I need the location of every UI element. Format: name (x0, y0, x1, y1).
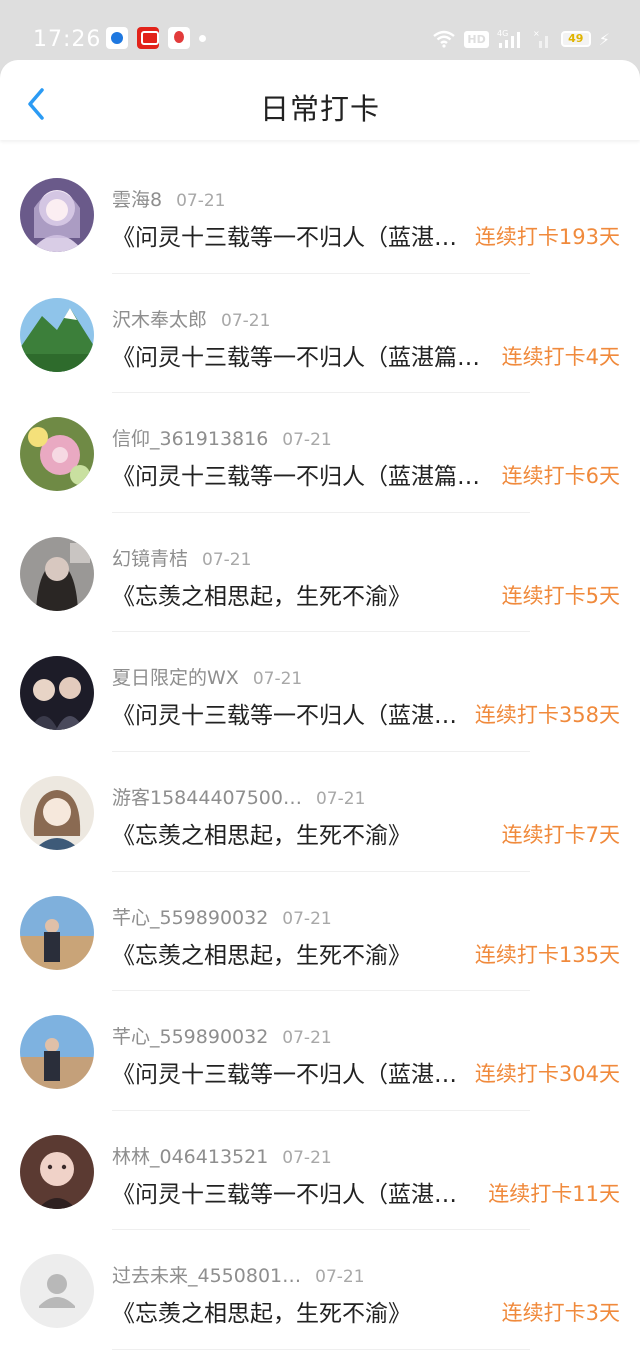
list-item[interactable]: 幻镜青桔 07-21 《忘羡之相思起，生死不渝》 连续打卡5天 (0, 513, 640, 633)
entry-title: 《问灵十三载等一不归人（蓝湛… (112, 225, 457, 251)
user-name-line: 林林_046413521 07-21 (112, 1142, 332, 1169)
entry-date: 07-21 (252, 669, 303, 690)
avatar[interactable] (20, 297, 94, 372)
avatar[interactable] (20, 656, 94, 731)
avatar[interactable] (20, 1134, 94, 1209)
streak-badge: 连续打卡6天 (501, 464, 620, 489)
browser-app-icon (106, 27, 128, 49)
avatar[interactable] (20, 1254, 94, 1329)
avatar[interactable] (20, 895, 94, 970)
user-name-line: 幻镜青桔 07-21 (112, 544, 251, 571)
user-name-line: 夏日限定的WX 07-21 (112, 663, 302, 690)
list-item[interactable]: 夏日限定的WX 07-21 《问灵十三载等一不归人（蓝湛… 连续打卡358天 (0, 632, 640, 752)
streak-badge: 连续打卡304天 (474, 1062, 620, 1087)
battery-icon: 49 (560, 31, 591, 47)
entry-title: 《忘羡之相思起，生死不渝》 (112, 942, 411, 969)
streak-badge: 连续打卡193天 (474, 225, 620, 249)
user-name: 雲海8 (112, 189, 163, 211)
entry-date: 07-21 (282, 908, 332, 929)
svg-text:×: × (533, 29, 540, 38)
nav-header: 日常打卡 (0, 60, 640, 140)
user-name-line: 过去未来_4550801… 07-21 (112, 1261, 365, 1288)
user-name: 夏日限定的WX (112, 667, 239, 690)
user-name: 信仰_361913816 (112, 428, 269, 451)
list-item[interactable]: 沢木奉太郎 07-21 《问灵十三载等一不归人（蓝湛篇… 连续打卡4天 (0, 274, 640, 394)
status-time: 17:26 (33, 27, 102, 52)
user-name-line: 游客15844407500… 07-21 (112, 783, 365, 810)
list-item[interactable]: 信仰_361913816 07-21 《问灵十三载等一不归人（蓝湛篇… 连续打卡6… (0, 393, 640, 513)
entry-date: 07-21 (202, 549, 252, 570)
entry-title: 《忘羡之相思起，生死不渝》 (112, 1301, 411, 1328)
entry-title: 《问灵十三载等一不归人（蓝湛… (112, 1062, 457, 1089)
default-avatar-icon (20, 1254, 94, 1329)
list-item[interactable]: 游客15844407500… 07-21 《忘羡之相思起，生死不渝》 连续打卡7天 (0, 752, 640, 872)
list-item[interactable]: 过去未来_4550801… 07-21 《忘羡之相思起，生死不渝》 连续打卡3天 (0, 1230, 640, 1350)
streak-badge: 连续打卡4天 (501, 344, 620, 369)
user-name: 游客15844407500… (112, 786, 302, 809)
entry-title: 《问灵十三载等一不归人（蓝湛篇… (112, 344, 480, 371)
user-name: 芊心_559890032 (112, 906, 269, 929)
streak-badge: 连续打卡5天 (501, 583, 620, 608)
avatar[interactable] (20, 1015, 94, 1090)
user-name-line: 芊心_559890032 07-21 (112, 1022, 332, 1049)
svg-text:4G: 4G (497, 29, 508, 38)
list-item[interactable]: 芊心_559890032 07-21 《忘羡之相思起，生死不渝》 连续打卡135天 (0, 872, 640, 992)
charging-bolt-icon: ⚡ (598, 29, 610, 49)
user-name-line: 沢木奉太郎 07-21 (112, 305, 270, 332)
entry-title: 《问灵十三载等一不归人（蓝湛篇… (112, 464, 480, 491)
entry-date: 07-21 (282, 1147, 332, 1168)
entry-title: 《问灵十三载等一不归人（蓝湛… (112, 1181, 457, 1208)
user-name: 沢木奉太郎 (112, 308, 208, 331)
avatar[interactable] (20, 178, 94, 252)
entry-date: 07-21 (221, 310, 271, 331)
user-name: 过去未来_4550801… (112, 1265, 302, 1288)
checkin-list: 雲海8 07-21 《问灵十三载等一不归人（蓝湛… 连续打卡193天 沢木奉太郎 0… (0, 154, 640, 1350)
avatar[interactable] (20, 536, 94, 611)
entry-title: 《忘羡之相思起，生死不渝》 (112, 822, 411, 849)
streak-badge: 连续打卡358天 (474, 703, 620, 728)
page-title: 日常打卡 (259, 92, 380, 126)
entry-date: 07-21 (315, 788, 366, 809)
entry-title: 《问灵十三载等一不归人（蓝湛… (112, 703, 457, 730)
status-indicators: HD 4G × 49 ⚡ (432, 27, 610, 51)
entry-date: 07-21 (176, 191, 226, 211)
entry-title: 《忘羡之相思起，生死不渝》 (112, 583, 411, 610)
shopping-app-icon (137, 27, 159, 49)
user-name: 幻镜青桔 (112, 547, 189, 570)
map-app-icon (168, 27, 190, 49)
entry-date: 07-21 (315, 1267, 365, 1288)
entry-date: 07-21 (282, 430, 332, 451)
user-name-line: 芊心_559890032 07-21 (112, 903, 332, 930)
user-name: 芊心_559890032 (112, 1026, 269, 1049)
list-item[interactable]: 雲海8 07-21 《问灵十三载等一不归人（蓝湛… 连续打卡193天 (0, 154, 640, 274)
notification-dot-icon (199, 35, 206, 42)
entry-date: 07-21 (282, 1028, 332, 1049)
signal-icon: 4G (497, 29, 525, 49)
streak-badge: 连续打卡7天 (501, 822, 620, 847)
list-item[interactable]: 林林_046413521 07-21 《问灵十三载等一不归人（蓝湛… 连续打卡11… (0, 1111, 640, 1231)
avatar[interactable] (20, 417, 94, 492)
wifi-icon (432, 30, 456, 48)
signal-secondary-icon: × (533, 29, 553, 49)
user-name-line: 雲海8 07-21 (112, 185, 226, 212)
user-name-line: 信仰_361913816 07-21 (112, 424, 332, 451)
streak-badge: 连续打卡11天 (488, 1181, 620, 1206)
avatar[interactable] (20, 775, 94, 850)
streak-badge: 连续打卡3天 (501, 1301, 620, 1326)
user-name: 林林_046413521 (112, 1145, 269, 1168)
streak-badge: 连续打卡135天 (474, 942, 620, 967)
list-item[interactable]: 芊心_559890032 07-21 《问灵十三载等一不归人（蓝湛… 连续打卡30… (0, 991, 640, 1111)
hd-icon: HD (464, 30, 489, 48)
